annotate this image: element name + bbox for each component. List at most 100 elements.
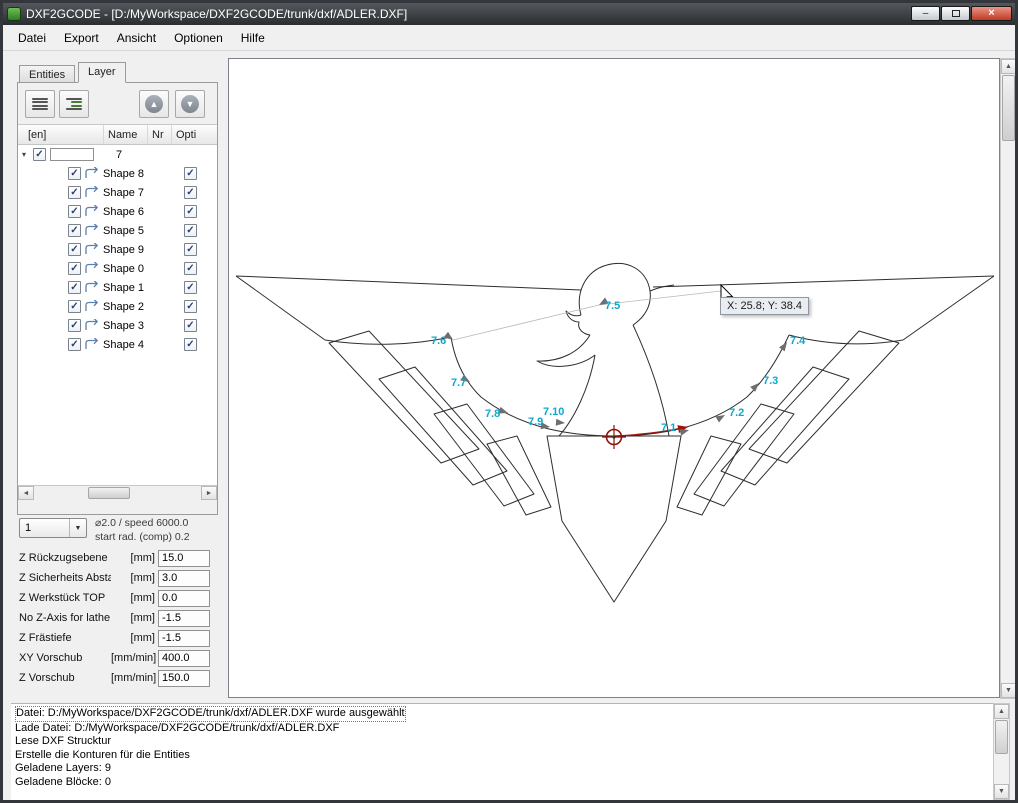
shape-enable-checkbox[interactable]: ✓ [68, 300, 81, 313]
layer-visible-checkbox[interactable]: ✓ [33, 148, 46, 161]
close-button[interactable]: × [971, 6, 1012, 21]
contour-label[interactable]: 7.2 [729, 407, 744, 419]
layer-row[interactable]: ▾ ✓ 7 [18, 145, 217, 164]
shape-row[interactable]: ✓ Shape 4 ✓ [18, 335, 217, 354]
log-line[interactable]: Lade Datei: D:/MyWorkspace/DXF2GCODE/tru… [15, 722, 339, 736]
layer-name-editbox[interactable] [50, 148, 94, 161]
shape-row[interactable]: ✓ Shape 1 ✓ [18, 278, 217, 297]
param-input[interactable] [158, 650, 210, 667]
menu-ansicht[interactable]: Ansicht [108, 27, 165, 49]
shape-opti-checkbox[interactable]: ✓ [184, 224, 197, 237]
shape-row[interactable]: ✓ Shape 3 ✓ [18, 316, 217, 335]
shape-opti-checkbox[interactable]: ✓ [184, 243, 197, 256]
scrollbar-thumb[interactable] [995, 720, 1008, 754]
shape-enable-checkbox[interactable]: ✓ [68, 281, 81, 294]
param-input[interactable] [158, 590, 210, 607]
drawing-canvas[interactable]: 7.57.67.77.87.97.107.17.27.37.4 X: 25.8;… [228, 58, 1000, 698]
shape-enable-checkbox[interactable]: ✓ [68, 243, 81, 256]
titlebar[interactable]: DXF2GCODE - [D:/MyWorkspace/DXF2GCODE/tr… [3, 3, 1015, 25]
contour-label[interactable]: 7.4 [790, 335, 806, 347]
shape-icon [84, 281, 100, 294]
shape-icon [84, 205, 100, 218]
contour-label[interactable]: 7.1 [661, 422, 676, 434]
shape-opti-checkbox[interactable]: ✓ [184, 319, 197, 332]
log-line[interactable]: Lese DXF Strucktur [15, 735, 111, 749]
maximize-button[interactable] [941, 6, 970, 21]
shape-opti-checkbox[interactable]: ✓ [184, 262, 197, 275]
tree-header-cell[interactable]: [en] [18, 125, 104, 144]
shape-row[interactable]: ✓ Shape 6 ✓ [18, 202, 217, 221]
layer-panel: ▲ ▼ [en]NameNrOpti ▾ ✓ 7 ✓ Shape 8 ✓ ✓ [17, 82, 218, 515]
scroll-down-icon[interactable]: ▼ [1001, 683, 1016, 698]
tree-header-cell[interactable]: Name [104, 125, 148, 144]
shape-icon [84, 338, 100, 351]
contour-label[interactable]: 7.8 [485, 408, 500, 420]
param-row: Z Sicherheits Abstand [mm] [19, 568, 211, 588]
contour-label[interactable]: 7.7 [451, 377, 466, 389]
log-line[interactable]: Datei: D:/MyWorkspace/DXF2GCODE/trunk/dx… [15, 706, 406, 722]
tab-layer[interactable]: Layer [78, 62, 126, 83]
shape-opti-checkbox[interactable]: ✓ [184, 167, 197, 180]
shape-opti-checkbox[interactable]: ✓ [184, 300, 197, 313]
scroll-right-icon[interactable]: ► [201, 486, 217, 500]
shape-enable-checkbox[interactable]: ✓ [68, 224, 81, 237]
tab-entities[interactable]: Entities [19, 65, 75, 83]
scroll-left-icon[interactable]: ◄ [18, 486, 34, 500]
shape-opti-checkbox[interactable]: ✓ [184, 338, 197, 351]
expander-icon[interactable]: ▾ [22, 150, 33, 159]
scroll-up-icon[interactable]: ▲ [1001, 59, 1016, 74]
tree-header-cell[interactable]: Nr [148, 125, 172, 144]
contour-label[interactable]: 7.9 [528, 416, 543, 428]
layers-structure-button[interactable] [59, 90, 89, 118]
param-input[interactable] [158, 570, 210, 587]
param-unit: [mm] [111, 552, 155, 564]
shape-row[interactable]: ✓ Shape 0 ✓ [18, 259, 217, 278]
menu-datei[interactable]: Datei [9, 27, 55, 49]
tree-horizontal-scrollbar[interactable]: ◄ ► [18, 485, 217, 500]
param-input[interactable] [158, 550, 210, 567]
log-line[interactable]: Geladene Layers: 9 [15, 762, 111, 776]
shape-row[interactable]: ✓ Shape 7 ✓ [18, 183, 217, 202]
shape-opti-checkbox[interactable]: ✓ [184, 281, 197, 294]
menu-export[interactable]: Export [55, 27, 108, 49]
tree-header-cell[interactable]: Opti [172, 125, 217, 144]
chevron-down-icon[interactable]: ▼ [69, 519, 86, 537]
log-line[interactable]: Erstelle die Konturen für die Entities [15, 749, 190, 763]
scroll-up-icon[interactable]: ▲ [994, 704, 1009, 719]
scroll-down-icon[interactable]: ▼ [994, 784, 1009, 799]
contour-label[interactable]: 7.5 [605, 300, 620, 312]
shape-row[interactable]: ✓ Shape 2 ✓ [18, 297, 217, 316]
shape-enable-checkbox[interactable]: ✓ [68, 338, 81, 351]
message-log[interactable]: Datei: D:/MyWorkspace/DXF2GCODE/trunk/dx… [11, 703, 993, 800]
contour-label[interactable]: 7.10 [543, 406, 564, 418]
log-vertical-scrollbar[interactable]: ▲ ▼ [993, 703, 1010, 800]
shape-enable-checkbox[interactable]: ✓ [68, 262, 81, 275]
contour-label[interactable]: 7.6 [431, 335, 446, 347]
shape-enable-checkbox[interactable]: ✓ [68, 319, 81, 332]
scrollbar-thumb[interactable] [1002, 75, 1015, 141]
shape-opti-checkbox[interactable]: ✓ [184, 205, 197, 218]
param-unit: [mm] [111, 632, 155, 644]
param-input[interactable] [158, 610, 210, 627]
canvas-vertical-scrollbar[interactable]: ▲ ▼ [1000, 58, 1017, 699]
contour-label[interactable]: 7.3 [763, 375, 778, 387]
move-layer-down-button[interactable]: ▼ [175, 90, 205, 118]
shape-enable-checkbox[interactable]: ✓ [68, 205, 81, 218]
tool-selector[interactable]: 1 ▼ [19, 518, 87, 538]
layers-list-button[interactable] [25, 90, 55, 118]
log-line[interactable]: Geladene Blöcke: 0 [15, 776, 111, 790]
scrollbar-thumb[interactable] [88, 487, 130, 499]
shape-row[interactable]: ✓ Shape 5 ✓ [18, 221, 217, 240]
param-input[interactable] [158, 670, 210, 687]
move-layer-up-button[interactable]: ▲ [139, 90, 169, 118]
param-input[interactable] [158, 630, 210, 647]
shape-enable-checkbox[interactable]: ✓ [68, 186, 81, 199]
shape-row[interactable]: ✓ Shape 9 ✓ [18, 240, 217, 259]
menu-hilfe[interactable]: Hilfe [232, 27, 274, 49]
shape-enable-checkbox[interactable]: ✓ [68, 167, 81, 180]
shape-row[interactable]: ✓ Shape 8 ✓ [18, 164, 217, 183]
shape-opti-checkbox[interactable]: ✓ [184, 186, 197, 199]
minimize-button[interactable]: – [911, 6, 940, 21]
menu-optionen[interactable]: Optionen [165, 27, 232, 49]
tree-header[interactable]: [en]NameNrOpti [18, 125, 217, 145]
